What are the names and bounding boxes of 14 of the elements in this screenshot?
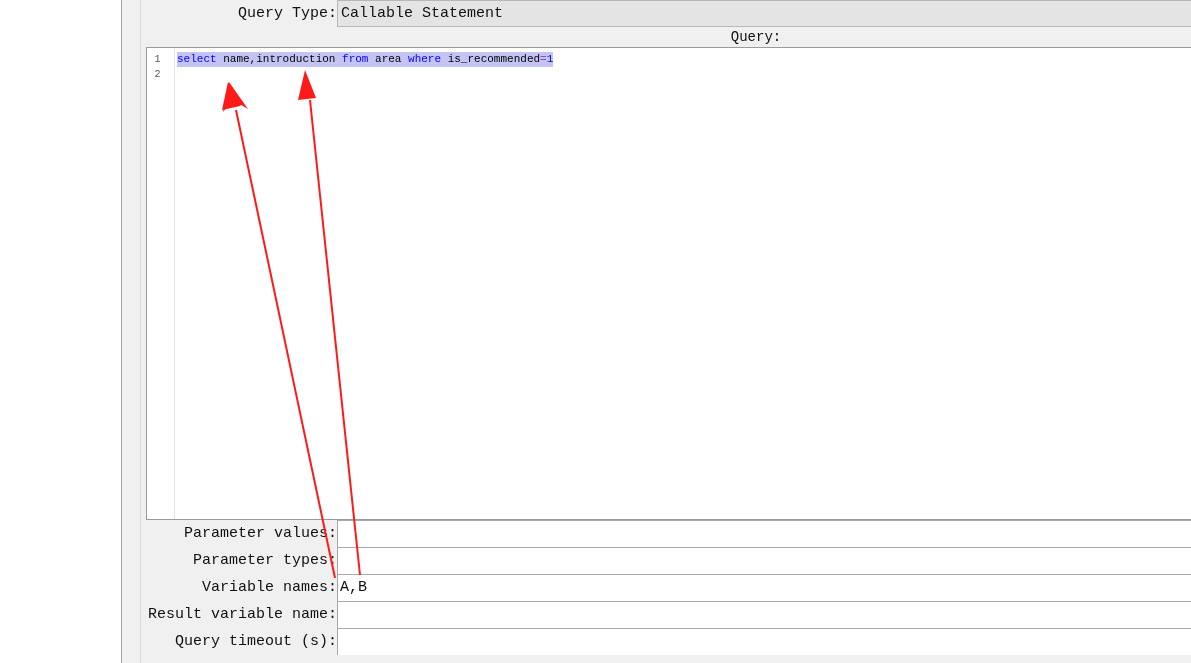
input-field[interactable] bbox=[337, 520, 1191, 547]
input-field[interactable] bbox=[337, 547, 1191, 574]
line-number: 2 bbox=[153, 68, 162, 82]
field-label: Query Type: bbox=[236, 4, 337, 24]
code-editor[interactable]: 1 2 select name,introduction from area where is_recommended=1 bbox=[146, 47, 1191, 520]
query-label: Query: bbox=[730, 28, 782, 47]
field-label: Result variable name: bbox=[146, 605, 337, 625]
field-label: Query timeout (s): bbox=[173, 632, 337, 652]
query-type-dropdown[interactable]: Callable Statement bbox=[337, 0, 1191, 27]
input-field[interactable] bbox=[337, 601, 1191, 628]
input-field[interactable] bbox=[337, 628, 1191, 655]
line-number: 1 bbox=[153, 53, 162, 67]
field-label: Variable names: bbox=[200, 578, 337, 598]
input-field[interactable]: A,B bbox=[337, 574, 1191, 601]
